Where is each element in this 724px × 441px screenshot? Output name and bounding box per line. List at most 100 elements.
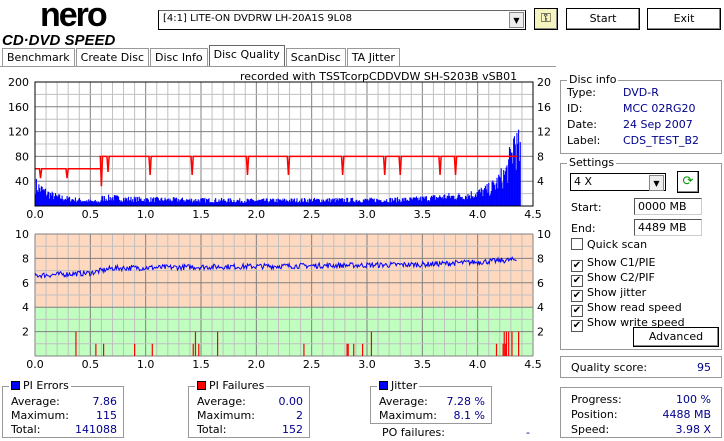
total-value: 152 bbox=[282, 423, 303, 436]
checkbox-show-jitter[interactable]: ✔ Show jitter bbox=[571, 286, 646, 302]
y-tick-label: 4 bbox=[22, 301, 29, 314]
end-label: End: bbox=[571, 222, 596, 235]
x-tick-label: 0.0 bbox=[26, 358, 44, 371]
x-tick-label: 3.0 bbox=[358, 358, 376, 371]
x-tick-label: 2.5 bbox=[303, 358, 321, 371]
y-tick-label: 80 bbox=[15, 150, 29, 163]
y-tick-label: 200 bbox=[8, 76, 29, 89]
y-tick-label: 10 bbox=[15, 228, 29, 241]
checkbox-icon[interactable] bbox=[571, 238, 583, 250]
pie-bar bbox=[519, 142, 521, 206]
progress-label: Progress: bbox=[571, 393, 622, 406]
y2-tick-label: 20 bbox=[537, 76, 551, 89]
maximum-value: 2 bbox=[296, 409, 303, 422]
y2-tick-label: 6 bbox=[537, 277, 544, 290]
tab-disc-quality[interactable]: Disc Quality bbox=[208, 45, 285, 67]
y-tick-label: 120 bbox=[8, 126, 29, 139]
y-tick-label: 6 bbox=[22, 277, 29, 290]
x-tick-label: 1.5 bbox=[192, 358, 210, 371]
speed-value: 4 X bbox=[574, 175, 593, 188]
start-input[interactable]: 0000 MB bbox=[634, 198, 702, 215]
tab-create-disc[interactable]: Create Disc bbox=[75, 48, 150, 67]
start-button[interactable]: Start bbox=[566, 8, 640, 30]
x-tick-label: 0.5 bbox=[82, 358, 100, 371]
pi-failures-group: PI Failures Average: 0.00 Maximum: 2 Total… bbox=[188, 379, 310, 438]
tab-benchmark[interactable]: Benchmark bbox=[2, 48, 75, 67]
y2-tick-label: 8 bbox=[537, 252, 544, 265]
checkbox-label: Show read speed bbox=[587, 301, 682, 314]
id-label: ID: bbox=[567, 102, 583, 115]
speed-label: Speed: bbox=[571, 423, 610, 436]
date-label: Date: bbox=[567, 118, 597, 131]
legend-swatch-icon bbox=[379, 381, 388, 390]
position-label: Position: bbox=[571, 408, 618, 421]
tab-ta-jitter[interactable]: TA Jitter bbox=[346, 48, 400, 67]
checkbox-show-c1-pie[interactable]: ✔ Show C1/PIE bbox=[571, 256, 655, 272]
average-value: 7.28 % bbox=[446, 395, 485, 408]
average-value: 7.86 bbox=[92, 395, 118, 408]
checkbox-quick-scan[interactable]: Quick scan bbox=[571, 238, 647, 251]
quality-score-group: Quality score: 95 bbox=[560, 356, 722, 378]
x-tick-label: 2.0 bbox=[248, 358, 266, 371]
jitter-group: Jitter Average: 7.28 % Maximum: 8.1 % bbox=[370, 379, 492, 424]
y2-tick-label: 16 bbox=[537, 101, 551, 114]
chevron-down-icon[interactable]: ▼ bbox=[509, 12, 524, 28]
y-tick-label: 8 bbox=[22, 252, 29, 265]
label-value: CDS_TEST_B2 bbox=[623, 134, 700, 147]
tab-scandisc[interactable]: ScanDisc bbox=[285, 48, 346, 67]
settings-group: Settings 4 X ▼ ⟳ Start: 0000 MB End: 4489… bbox=[560, 156, 722, 350]
total-value: 141088 bbox=[75, 423, 117, 436]
x-tick-label: 0.5 bbox=[82, 208, 100, 221]
maximum-label: Maximum: bbox=[197, 409, 255, 422]
x-tick-label: 1.0 bbox=[137, 358, 155, 371]
pi-errors-group: PI Errors Average: 7.86 Maximum: 115 Total… bbox=[2, 379, 124, 438]
checkbox-label: Show jitter bbox=[587, 286, 647, 299]
y-tick-label: 160 bbox=[8, 101, 29, 114]
chevron-down-icon[interactable]: ▼ bbox=[649, 175, 664, 191]
id-value: MCC 02RG20 bbox=[623, 102, 696, 115]
progress-group: Progress: 100 % Position: 4488 MB Speed: 3.… bbox=[560, 387, 722, 438]
legend-swatch-icon bbox=[11, 381, 20, 390]
charts: 0.0 0.5 1.0 1.5 2.0 2.5 3.0 3.5 4.0 4.5 40 4 80 8 120 1… bbox=[8, 76, 551, 371]
label-label: Label: bbox=[567, 134, 601, 147]
checkbox-label: Show C2/PIF bbox=[587, 271, 655, 284]
position-value: 4488 MB bbox=[662, 408, 711, 421]
refresh-icon[interactable]: ⟳ bbox=[677, 171, 699, 193]
checkbox-show-read-speed[interactable]: ✔ Show read speed bbox=[571, 301, 682, 317]
checkbox-show-c2-pif[interactable]: ✔ Show C2/PIF bbox=[571, 271, 655, 287]
start-label: Start: bbox=[571, 201, 602, 214]
exit-button[interactable]: Exit bbox=[647, 8, 721, 30]
checkbox-icon[interactable]: ✔ bbox=[571, 320, 583, 332]
speed-select[interactable]: 4 X ▼ bbox=[570, 173, 666, 191]
x-tick-label: 0.0 bbox=[26, 208, 44, 221]
maximum-label: Maximum: bbox=[379, 409, 437, 422]
x-tick-label: 1.0 bbox=[137, 208, 155, 221]
pi-errors-title: PI Errors bbox=[9, 379, 71, 392]
x-tick-label: 3.5 bbox=[414, 358, 432, 371]
keys-icon[interactable]: ⚿ bbox=[534, 8, 558, 30]
maximum-value: 8.1 % bbox=[453, 409, 485, 422]
advanced-button[interactable]: Advanced bbox=[633, 327, 719, 347]
pi-failures-title: PI Failures bbox=[195, 379, 267, 392]
end-input[interactable]: 4489 MB bbox=[634, 219, 702, 236]
drive-select[interactable]: [4:1] LITE-ON DVDRW LH-20A1S 9L08 ▼ bbox=[158, 10, 526, 30]
drive-value: [4:1] LITE-ON DVDRW LH-20A1S 9L08 bbox=[163, 13, 352, 24]
y2-tick-label: 4 bbox=[537, 175, 544, 188]
y2-tick-label: 4 bbox=[537, 301, 544, 314]
average-label: Average: bbox=[197, 395, 246, 408]
type-label: Type: bbox=[567, 86, 596, 99]
progress-value: 100 % bbox=[676, 393, 711, 406]
nero-logo: nero bbox=[40, 0, 108, 34]
tab-disc-info[interactable]: Disc Info bbox=[150, 48, 208, 67]
quality-score-label: Quality score: bbox=[571, 361, 648, 374]
legend-swatch-icon bbox=[197, 381, 206, 390]
x-tick-label: 2.5 bbox=[303, 208, 321, 221]
tab-bar: Benchmark Create Disc Disc Info Disc Qualit… bbox=[2, 45, 401, 67]
x-tick-label: 3.5 bbox=[414, 208, 432, 221]
jitter-title: Jitter bbox=[377, 379, 420, 392]
disc-info-group: Disc info Type: DVD-R ID: MCC 02RG20 Date:… bbox=[560, 73, 722, 154]
y2-tick-label: 2 bbox=[537, 326, 544, 339]
x-tick-label: 3.0 bbox=[358, 208, 376, 221]
x-tick-label: 4.0 bbox=[469, 208, 487, 221]
maximum-label: Maximum: bbox=[11, 409, 69, 422]
